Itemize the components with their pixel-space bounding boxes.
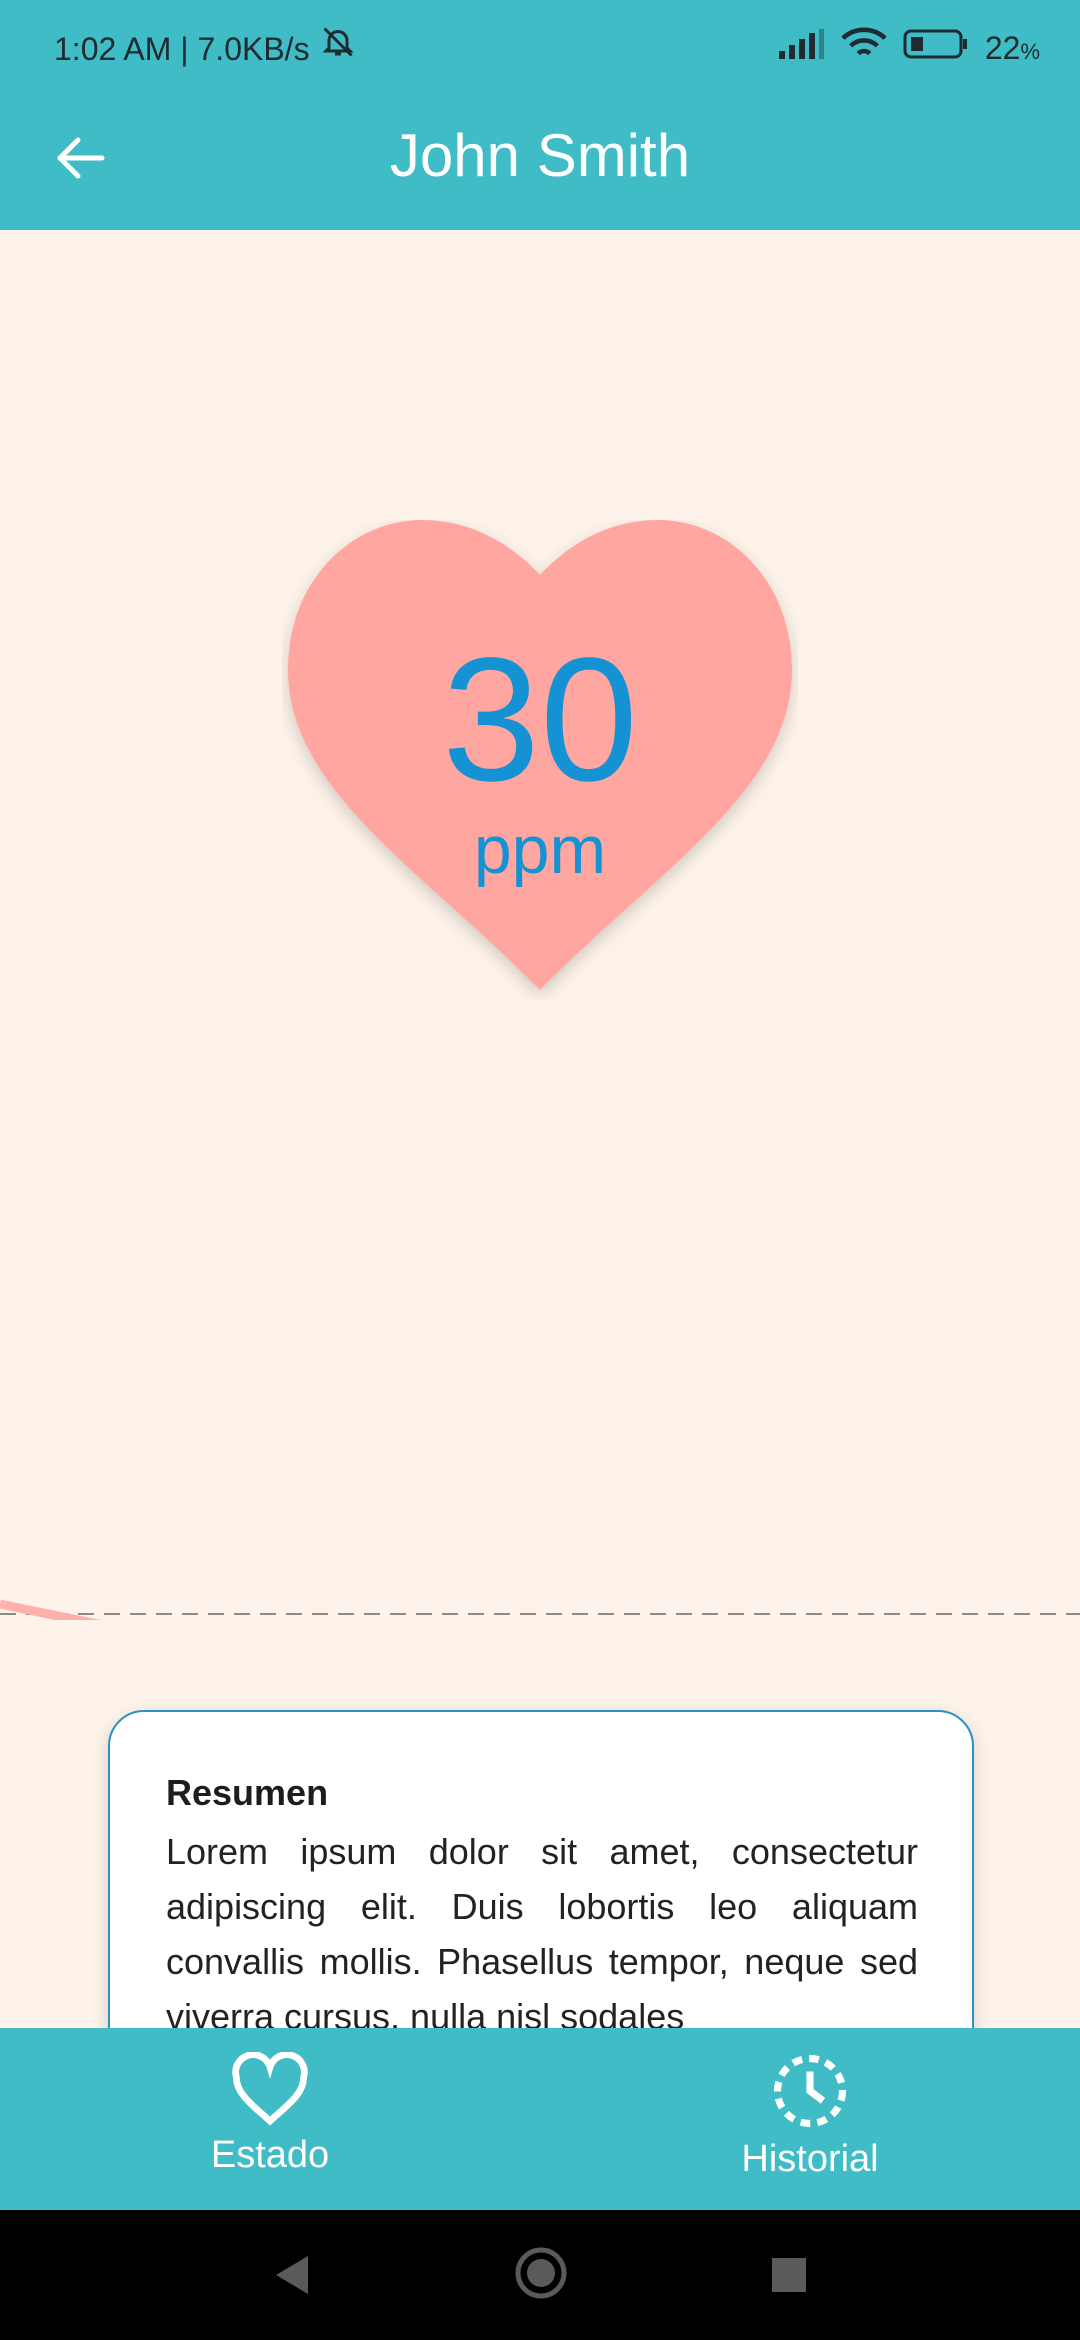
summary-text: Lorem ipsum dolor sit amet, consectetur … [166, 1831, 918, 2028]
battery-level: 22% [984, 29, 1040, 66]
status-right: 22% [777, 24, 1040, 72]
page-title: John Smith [389, 122, 691, 189]
system-nav-bar [0, 2210, 1080, 2340]
nav-item-estado[interactable]: Estado [120, 2052, 420, 2192]
app-bar: John Smith [0, 96, 1080, 230]
heart-rate-wave [0, 1599, 1080, 1620]
bottom-nav: Estado Historial [0, 2028, 1080, 2210]
back-triangle-icon[interactable] [268, 2250, 318, 2300]
summary-card[interactable]: Resumen Lorem ipsum dolor sit amet, cons… [108, 1710, 974, 2028]
heart-rate-display: 30 ppm [282, 520, 798, 1000]
home-circle-icon[interactable] [514, 2246, 568, 2300]
history-clock-icon [773, 2054, 847, 2128]
signal-icon [777, 29, 825, 67]
battery-icon [903, 28, 969, 68]
recents-square-icon[interactable] [764, 2250, 814, 2300]
summary-title: Resumen [166, 1772, 329, 1813]
nav-item-historial[interactable]: Historial [660, 2052, 960, 2192]
status-bar: 1:02 AM | 7.0KB/s 22% [0, 0, 1080, 96]
nav-label-historial: Historial [741, 2138, 879, 2180]
status-time-speed: 1:02 AM | 7.0KB/s [54, 30, 310, 67]
heart-rate-value: 30 [442, 622, 638, 818]
wifi-icon [841, 26, 887, 70]
main-content: 30 ppm Resumen Lorem ipsum dolor sit ame… [0, 230, 1080, 2028]
wave-line [0, 1599, 101, 1620]
bell-muted-icon [320, 24, 356, 73]
nav-label-estado: Estado [210, 2134, 330, 2176]
status-left: 1:02 AM | 7.0KB/s [54, 24, 356, 73]
heart-outline-icon [232, 2052, 308, 2126]
heart-rate-unit: ppm [473, 812, 607, 888]
